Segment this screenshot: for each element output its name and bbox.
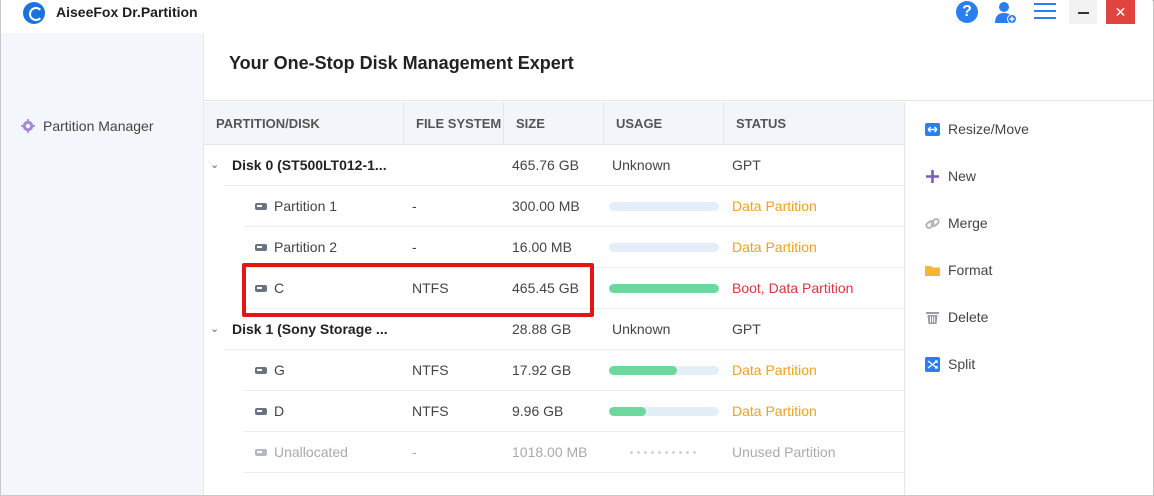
action-label: Format xyxy=(948,262,993,278)
action-label: Split xyxy=(948,356,976,372)
chevron-down-icon[interactable]: ⌄ xyxy=(210,145,219,186)
row-usage: Unknown xyxy=(612,157,671,173)
row-file-system: - xyxy=(412,239,417,255)
format-button[interactable]: Format xyxy=(925,260,992,280)
folder-icon xyxy=(925,265,940,276)
table-header: PARTITION/DISK FILE SYSTEM SIZE USAGE ST… xyxy=(204,102,904,145)
page-title: Your One-Stop Disk Management Expert xyxy=(229,53,574,73)
new-button[interactable]: New xyxy=(925,166,976,186)
column-header-usage[interactable]: USAGE xyxy=(604,102,724,145)
usage-placeholder xyxy=(628,451,698,454)
merge-button[interactable]: Merge xyxy=(925,213,988,233)
title-bar: AiseeFox Dr.Partition ? ✕ xyxy=(1,0,1152,33)
row-file-system: - xyxy=(412,444,417,460)
row-name: Partition 2 xyxy=(274,239,338,255)
table-row-partition-g[interactable]: G NTFS 17.92 GB Data Partition xyxy=(204,350,904,391)
row-status: Data Partition xyxy=(732,403,817,419)
table-row-partition-d[interactable]: D NTFS 9.96 GB Data Partition xyxy=(204,391,904,432)
action-label: Merge xyxy=(948,215,988,231)
row-name: G xyxy=(274,362,285,378)
row-size: 17.92 GB xyxy=(512,362,572,378)
link-icon xyxy=(925,217,940,229)
row-status: Data Partition xyxy=(732,239,817,255)
action-label: New xyxy=(948,168,977,184)
usage-bar xyxy=(609,202,719,211)
account-icon[interactable] xyxy=(993,0,1019,26)
row-status: Boot, Data Partition xyxy=(732,280,854,296)
usage-bar xyxy=(609,243,719,252)
heading-area: Your One-Stop Disk Management Expert xyxy=(204,33,1153,101)
row-usage: Unknown xyxy=(612,321,671,337)
column-header-file-system[interactable]: FILE SYSTEM xyxy=(404,102,504,145)
plus-icon xyxy=(926,169,939,183)
help-icon[interactable]: ? xyxy=(956,1,978,23)
drive-icon xyxy=(255,408,267,415)
chevron-down-icon[interactable]: ⌄ xyxy=(210,309,219,350)
action-label: Delete xyxy=(948,309,989,325)
menu-icon[interactable] xyxy=(1034,2,1056,20)
app-title: AiseeFox Dr.Partition xyxy=(56,4,198,20)
gear-icon xyxy=(21,119,35,133)
table-row-partition-2[interactable]: Partition 2 - 16.00 MB Data Partition xyxy=(204,227,904,268)
actions-panel: Resize/Move New Merge Format Delete Spli… xyxy=(904,102,1153,495)
row-status: Data Partition xyxy=(732,198,817,214)
highlight-box xyxy=(242,263,594,317)
drive-icon xyxy=(255,367,267,374)
drive-icon xyxy=(255,203,267,210)
row-size: 465.76 GB xyxy=(512,157,579,173)
table-row-partition-1[interactable]: Partition 1 - 300.00 MB Data Partition xyxy=(204,186,904,227)
app-logo-icon xyxy=(23,2,45,24)
table-row-unallocated[interactable]: Unallocated - 1018.00 MB Unused Partitio… xyxy=(204,432,904,473)
sidebar: Partition Manager xyxy=(1,33,203,495)
row-name: Disk 0 (ST500LT012-1... xyxy=(232,157,387,173)
row-name: Unallocated xyxy=(274,444,348,460)
row-status: GPT xyxy=(732,157,761,173)
drive-icon xyxy=(255,244,267,251)
sidebar-item-label: Partition Manager xyxy=(43,118,154,134)
row-size: 16.00 MB xyxy=(512,239,572,255)
row-size: 300.00 MB xyxy=(512,198,580,214)
resize-move-button[interactable]: Resize/Move xyxy=(925,119,1029,139)
drive-icon xyxy=(255,449,267,456)
column-header-size[interactable]: SIZE xyxy=(504,102,604,145)
row-name: Partition 1 xyxy=(274,198,338,214)
trash-icon xyxy=(926,311,939,324)
delete-button[interactable]: Delete xyxy=(925,307,988,327)
column-header-partition[interactable]: PARTITION/DISK xyxy=(204,102,404,145)
sidebar-item-partition-manager[interactable]: Partition Manager xyxy=(21,116,154,136)
row-status: Data Partition xyxy=(732,362,817,378)
table-row-disk-0[interactable]: ⌄ Disk 0 (ST500LT012-1... 465.76 GB Unkn… xyxy=(204,145,904,186)
row-status: GPT xyxy=(732,321,761,337)
row-status: Unused Partition xyxy=(732,444,836,460)
row-file-system: NTFS xyxy=(412,362,449,378)
split-button[interactable]: Split xyxy=(925,354,975,374)
row-size: 1018.00 MB xyxy=(512,444,588,460)
column-header-status[interactable]: STATUS xyxy=(724,102,904,145)
usage-bar xyxy=(609,366,719,375)
row-file-system: NTFS xyxy=(412,403,449,419)
resize-icon xyxy=(925,122,940,136)
row-name: D xyxy=(274,403,285,419)
row-file-system: - xyxy=(412,198,417,214)
row-size: 9.96 GB xyxy=(512,403,564,419)
minimize-button[interactable] xyxy=(1069,0,1097,24)
usage-bar xyxy=(609,284,719,293)
action-label: Resize/Move xyxy=(948,121,1029,137)
usage-bar xyxy=(609,407,719,416)
close-button[interactable]: ✕ xyxy=(1106,0,1135,24)
split-icon xyxy=(925,356,940,372)
